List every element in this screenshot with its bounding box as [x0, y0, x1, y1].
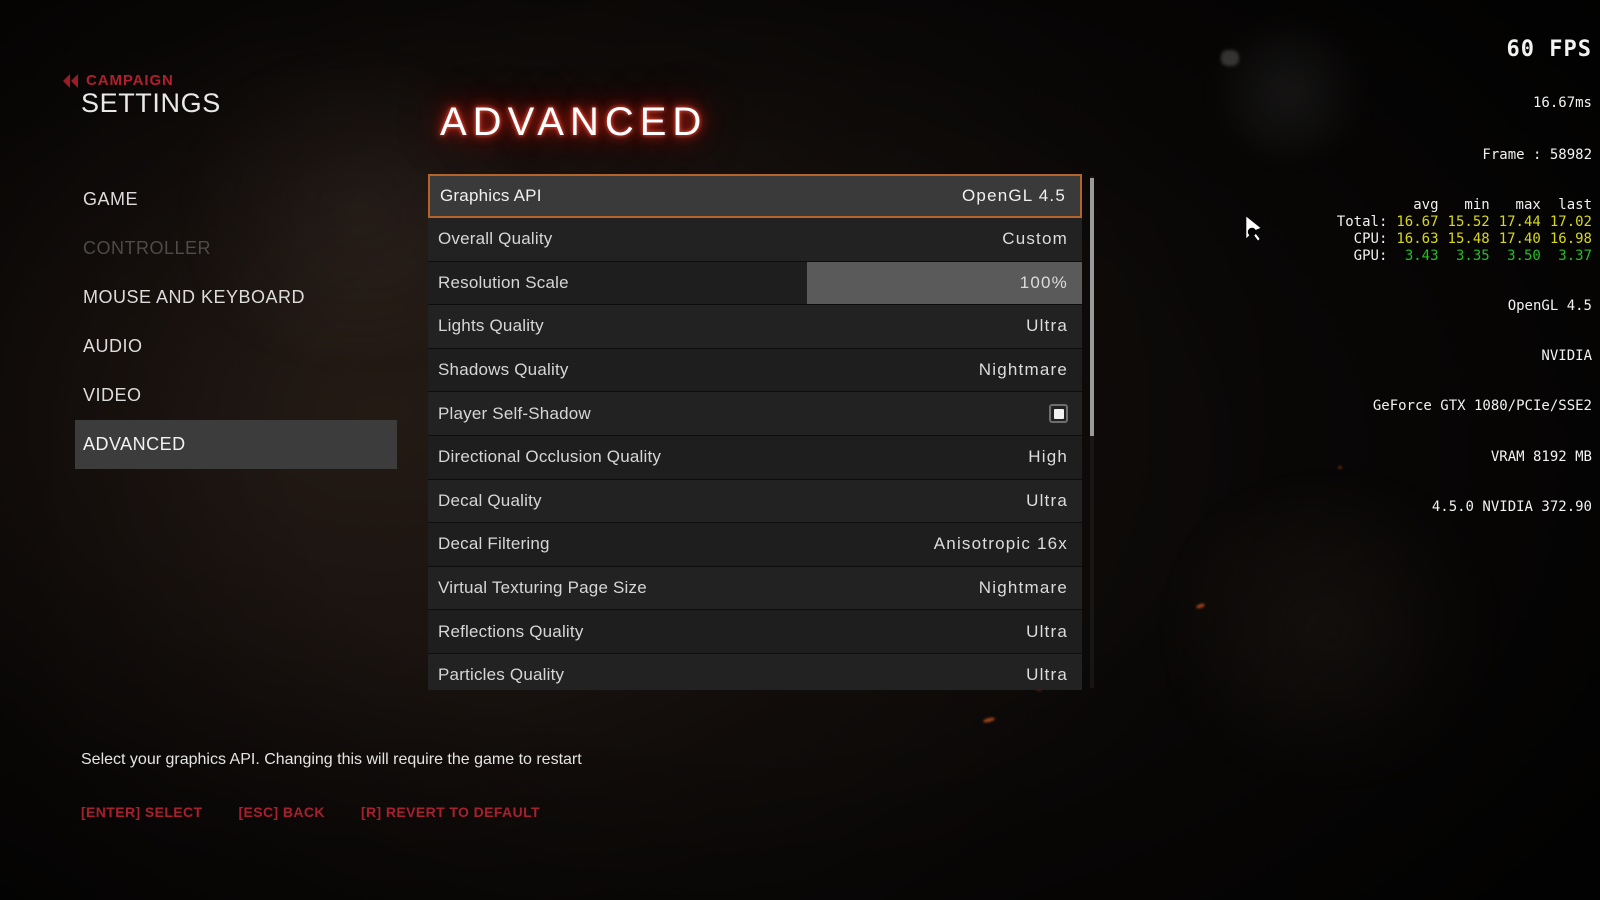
perf-row-label: GPU:	[1353, 247, 1388, 264]
setting-value: Anisotropic 16x	[933, 534, 1068, 554]
perf-value: 17.40	[1498, 230, 1541, 247]
perf-column-header: max	[1515, 196, 1541, 213]
setting-label: Graphics API	[440, 186, 542, 205]
setting-label: Overall Quality	[438, 229, 553, 249]
perf-value: 15.52	[1447, 213, 1490, 230]
frame-counter: Frame : 58982	[1482, 146, 1592, 163]
setting-row[interactable]: Decal Filtering Anisotropic 16x	[428, 523, 1082, 567]
setting-row[interactable]: Graphics API OpenGL 4.5	[428, 174, 1082, 218]
setting-row[interactable]: Player Self-Shadow	[428, 392, 1082, 436]
sidebar-item-label: VIDEO	[83, 385, 142, 405]
setting-value: High	[1028, 447, 1068, 467]
setting-label: Player Self-Shadow	[438, 403, 591, 423]
setting-label: Particles Quality	[438, 665, 565, 685]
setting-value: Ultra	[1026, 621, 1068, 641]
perf-value: 3.35	[1455, 247, 1490, 264]
setting-label: Decal Quality	[438, 490, 542, 510]
setting-value: Nightmare	[978, 578, 1068, 598]
setting-row[interactable]: Particles Quality Ultra	[428, 653, 1082, 690]
setting-row[interactable]: Resolution Scale 100%	[428, 261, 1082, 306]
setting-row[interactable]: Virtual Texturing Page Size Nightmare	[428, 566, 1082, 611]
key-hint[interactable]: [R] REVERT TO DEFAULT	[361, 804, 540, 820]
sidebar-item-label: MOUSE AND KEYBOARD	[83, 287, 306, 307]
settings-list: Graphics API OpenGL 4.5 Overall Quality Cus…	[428, 174, 1082, 690]
setting-value: Nightmare	[978, 360, 1068, 380]
sidebar-item-label: GAME	[83, 189, 139, 209]
gpu-renderer: GeForce GTX 1080/PCIe/SSE2	[1372, 398, 1592, 415]
sidebar-item-label: AUDIO	[83, 336, 143, 356]
sidebar-item-mouse-and-keyboard[interactable]: MOUSE AND KEYBOARD	[75, 273, 397, 322]
perf-column-header: min	[1464, 196, 1490, 213]
checkbox-toggle[interactable]	[1049, 404, 1068, 424]
help-text: Select your graphics API. Changing this …	[81, 751, 582, 768]
perf-row-label: Total:	[1336, 213, 1388, 230]
setting-label: Resolution Scale	[438, 272, 569, 292]
perf-data-row: CPU: 16.63 15.48 17.40 16.98	[1337, 231, 1592, 248]
setting-label: Lights Quality	[438, 316, 544, 336]
sidebar-item-audio[interactable]: AUDIO	[75, 322, 397, 371]
page-title: ADVANCED	[440, 100, 708, 144]
setting-value: Ultra	[1026, 665, 1068, 685]
perf-table: avg min max last Total: 16.67 15.52 17.44 17.02 C…	[1337, 197, 1592, 265]
setting-value: Ultra	[1026, 316, 1068, 336]
key-hint[interactable]: [ENTER] SELECT	[81, 804, 203, 820]
scrollbar-thumb[interactable]	[1090, 178, 1094, 436]
perf-value: 3.43	[1404, 247, 1439, 264]
breadcrumb-label: CAMPAIGN	[86, 72, 174, 89]
setting-value: 100%	[1019, 272, 1068, 292]
checkbox-checked-mark	[1053, 408, 1064, 419]
perf-column-header: last	[1558, 196, 1592, 213]
setting-row[interactable]: Shadows Quality Nightmare	[428, 348, 1082, 393]
setting-label: Shadows Quality	[438, 360, 569, 380]
key-hint[interactable]: [ESC] BACK	[239, 804, 325, 820]
double-chevron-left-icon	[62, 73, 79, 88]
performance-overlay: 60 FPS 16.67ms Frame : 58982 avg min max la…	[1337, 4, 1592, 549]
perf-column-header: avg	[1413, 196, 1439, 213]
perf-corner-cell	[1337, 197, 1388, 214]
perf-value: 16.63	[1396, 230, 1439, 247]
driver-version: 4.5.0 NVIDIA 372.90	[1431, 498, 1592, 515]
breadcrumb[interactable]: CAMPAIGN	[62, 72, 174, 89]
perf-value: 17.44	[1498, 213, 1541, 230]
mouse-cursor	[1243, 215, 1263, 248]
setting-value: Ultra	[1026, 490, 1068, 510]
gpu-vendor: NVIDIA	[1541, 348, 1592, 365]
graphics-api: OpenGL 4.5	[1507, 297, 1592, 314]
perf-value: 3.37	[1558, 247, 1592, 264]
setting-row[interactable]: Directional Occlusion Quality High	[428, 435, 1082, 480]
perf-data-row: GPU: 3.43 3.35 3.50 3.37	[1337, 248, 1592, 265]
setting-row[interactable]: Lights Quality Ultra	[428, 305, 1082, 349]
sidebar-item-controller: CONTROLLER	[75, 224, 397, 273]
page-subtitle: SETTINGS	[81, 88, 221, 118]
game-settings-screen: CAMPAIGN SETTINGS ADVANCED GAME CONTROLLE…	[0, 0, 1600, 900]
setting-value: OpenGL 4.5	[962, 186, 1066, 205]
sidebar-item-label: CONTROLLER	[83, 238, 212, 258]
perf-value: 3.50	[1507, 247, 1541, 264]
perf-value: 16.67	[1396, 213, 1439, 230]
setting-label: Reflections Quality	[438, 621, 584, 641]
perf-value: 15.48	[1447, 230, 1490, 247]
setting-value: Custom	[1002, 229, 1068, 249]
frametime-value: 16.67ms	[1532, 95, 1592, 112]
fps-counter: 60 FPS	[1506, 37, 1592, 63]
sidebar-item-label: ADVANCED	[83, 434, 186, 454]
perf-value: 16.98	[1549, 230, 1592, 247]
perf-data-row: Total: 16.67 15.52 17.44 17.02	[1337, 214, 1592, 231]
vram-size: VRAM 8192 MB	[1490, 448, 1592, 465]
sidebar-item-video[interactable]: VIDEO	[75, 371, 397, 420]
setting-row[interactable]: Decal Quality Ultra	[428, 479, 1082, 524]
perf-row-label: CPU:	[1353, 230, 1388, 247]
sidebar-item-game[interactable]: GAME	[75, 175, 397, 224]
key-hints: [ENTER] SELECT [ESC] BACK [R] REVERT TO DE…	[81, 804, 540, 820]
setting-row[interactable]: Overall Quality Custom	[428, 218, 1082, 262]
setting-label: Virtual Texturing Page Size	[438, 578, 647, 598]
setting-label: Decal Filtering	[438, 534, 550, 554]
sidebar-nav: GAME CONTROLLER MOUSE AND KEYBOARD AUDIO VID…	[75, 175, 397, 469]
perf-value: 17.02	[1549, 213, 1592, 230]
setting-label: Directional Occlusion Quality	[438, 447, 662, 467]
perf-header-row: avg min max last	[1337, 197, 1592, 214]
sidebar-item-advanced[interactable]: ADVANCED	[75, 420, 397, 469]
setting-row[interactable]: Reflections Quality Ultra	[428, 610, 1082, 654]
